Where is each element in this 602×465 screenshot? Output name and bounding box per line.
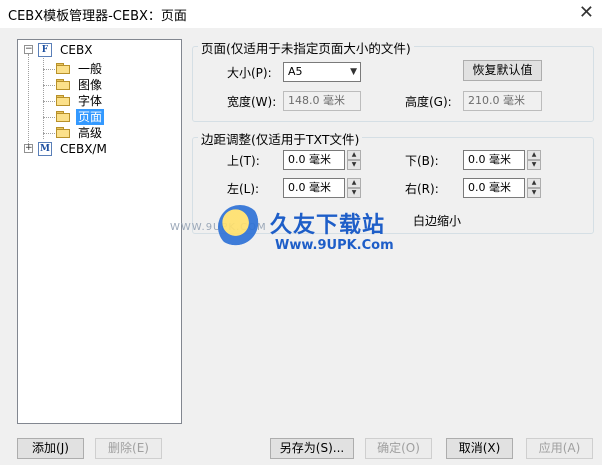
restore-default-button[interactable]: 恢复默认值	[463, 60, 542, 81]
tree-item-font[interactable]: 字体	[56, 93, 176, 109]
cancel-button[interactable]: 取消(X)	[446, 438, 513, 459]
tree-item-label: 一般	[78, 62, 103, 76]
tree-collapse-icon[interactable]: −	[24, 45, 33, 54]
left-margin-input[interactable]: 0.0 毫米	[283, 178, 345, 198]
bottom-margin-input[interactable]: 0.0 毫米	[463, 150, 525, 170]
stepper-up-icon[interactable]: ▲	[347, 150, 361, 160]
ok-button[interactable]: 确定(O)	[365, 438, 432, 459]
tree-item-label: CEBX	[60, 43, 93, 57]
stepper-down-icon[interactable]: ▼	[347, 160, 361, 170]
cebx-m-document-icon: M	[38, 142, 52, 156]
watermark-main-text: 久友下载站	[270, 213, 386, 238]
bottom-margin-stepper[interactable]: ▲ ▼	[527, 150, 541, 170]
margin-group-legend: 边距调整(仅适用于TXT文件)	[198, 129, 363, 148]
right-margin-stepper[interactable]: ▲ ▼	[527, 178, 541, 198]
shrink-whitespace-label[interactable]: 白边缩小	[413, 212, 461, 229]
title-bar: CEBX模板管理器-CEBX：页面 ✕	[0, 0, 602, 28]
stepper-up-icon[interactable]: ▲	[347, 178, 361, 188]
delete-button[interactable]: 删除(E)	[95, 438, 162, 459]
right-margin-input[interactable]: 0.0 毫米	[463, 178, 525, 198]
page-size-select[interactable]: A5 ▼	[283, 62, 361, 82]
cebx-document-icon: F	[38, 43, 52, 57]
stepper-up-icon[interactable]: ▲	[527, 150, 541, 160]
stepper-down-icon[interactable]: ▼	[527, 188, 541, 198]
tree-connector	[43, 85, 55, 86]
chevron-down-icon: ▼	[350, 67, 357, 77]
left-margin-stepper[interactable]: ▲ ▼	[347, 178, 361, 198]
watermark-logo-icon	[218, 205, 262, 249]
tree-connector	[43, 101, 55, 102]
watermark-sub-text: Www.9UPK.Com	[275, 238, 394, 253]
top-margin-input[interactable]: 0.0 毫米	[283, 150, 345, 170]
tree-item-cebx[interactable]: F CEBX	[38, 42, 178, 58]
bottom-margin-label: 下(B):	[405, 154, 439, 168]
tree-connector	[43, 69, 55, 70]
tree-item-label: 页面	[76, 109, 105, 125]
tree-item-label: 图像	[78, 78, 103, 92]
add-button[interactable]: 添加(J)	[17, 438, 84, 459]
tree-connector	[43, 117, 55, 118]
left-margin-label: 左(L):	[227, 182, 260, 196]
top-margin-stepper[interactable]: ▲ ▼	[347, 150, 361, 170]
folder-icon	[56, 63, 70, 74]
stepper-down-icon[interactable]: ▼	[347, 188, 361, 198]
tree-item-cebx-m[interactable]: M CEBX/M	[38, 141, 178, 157]
size-label: 大小(P):	[227, 66, 272, 80]
tree-item-advanced[interactable]: 高级	[56, 125, 176, 141]
tree-item-image[interactable]: 图像	[56, 77, 176, 93]
close-icon[interactable]: ✕	[579, 2, 594, 24]
right-margin-label: 右(R):	[405, 182, 439, 196]
apply-button[interactable]: 应用(A)	[526, 438, 593, 459]
height-field: 210.0 毫米	[463, 91, 542, 111]
width-field: 148.0 毫米	[283, 91, 361, 111]
stepper-down-icon[interactable]: ▼	[527, 160, 541, 170]
page-size-group-legend: 页面(仅适用于未指定页面大小的文件)	[198, 38, 414, 57]
width-label: 宽度(W):	[227, 95, 277, 109]
tree-item-label: 高级	[78, 126, 103, 140]
window-title: CEBX模板管理器-CEBX：页面	[8, 9, 187, 24]
folder-icon	[56, 95, 70, 106]
site-watermark: WWW.9UPK.COM 久友下载站 Www.9UPK.Com	[170, 205, 420, 265]
tree-item-page[interactable]: 页面	[56, 109, 176, 125]
height-label: 高度(G):	[405, 95, 452, 109]
settings-tree[interactable]: − F CEBX 一般 图像 字体 页面 高级 + M CEBX/M	[17, 39, 182, 424]
tree-connector	[43, 133, 55, 134]
stepper-up-icon[interactable]: ▲	[527, 178, 541, 188]
page-size-value: A5	[288, 65, 303, 78]
tree-connector	[28, 54, 29, 146]
folder-icon	[56, 127, 70, 138]
save-as-button[interactable]: 另存为(S)...	[270, 438, 354, 459]
top-margin-label: 上(T):	[227, 154, 260, 168]
tree-item-general[interactable]: 一般	[56, 61, 176, 77]
folder-icon	[56, 79, 70, 90]
folder-open-icon	[56, 111, 70, 122]
tree-item-label: CEBX/M	[60, 142, 107, 156]
tree-item-label: 字体	[78, 94, 103, 108]
tree-expand-icon[interactable]: +	[24, 144, 33, 153]
